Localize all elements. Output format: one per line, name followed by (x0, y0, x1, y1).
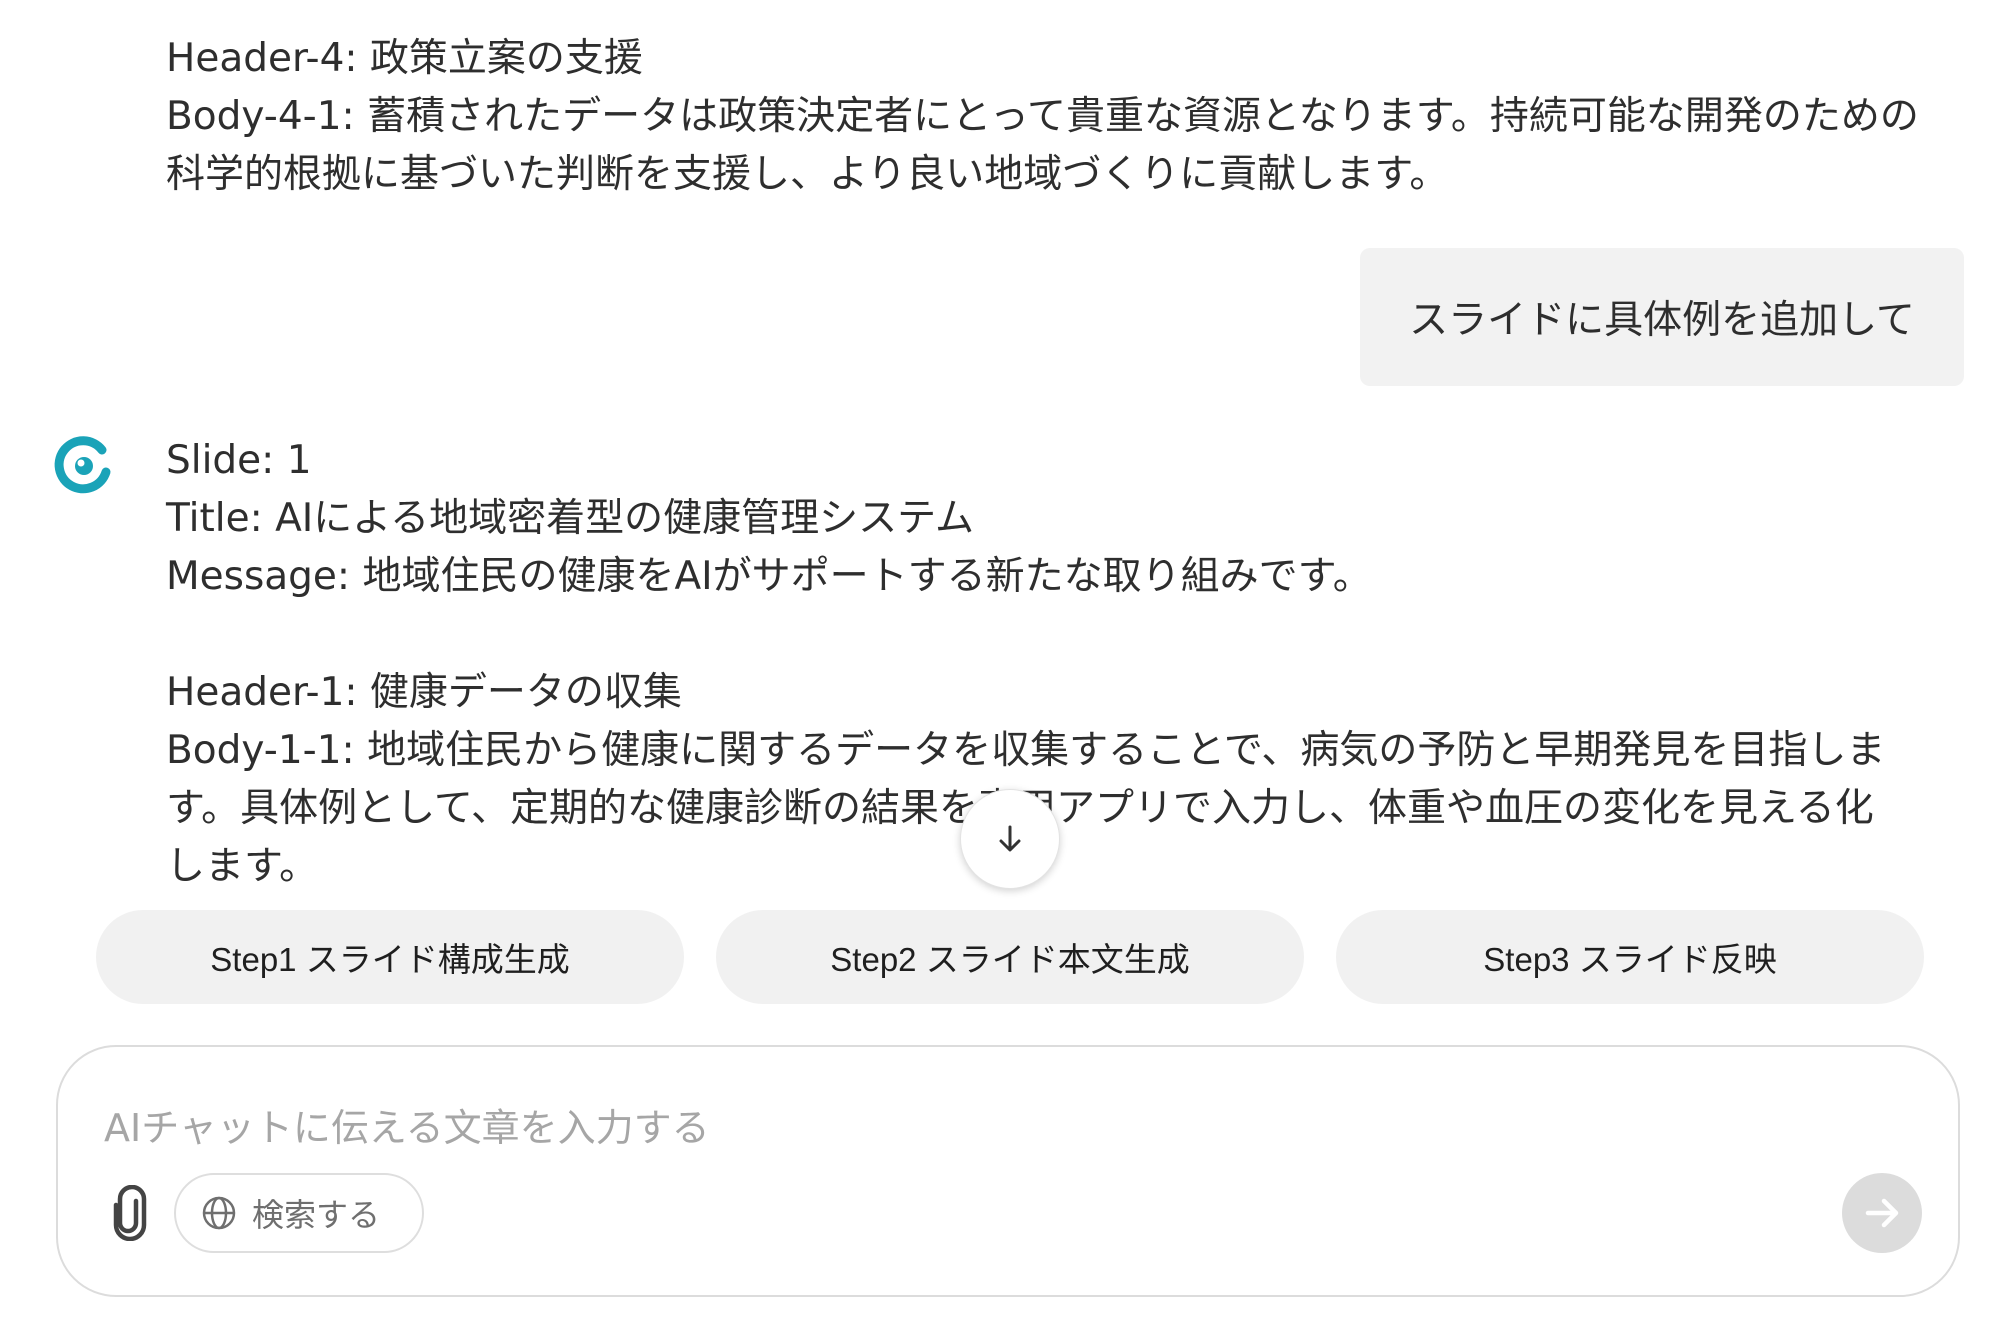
ai-message: Slide: 1 Title: AIによる地域密着型の健康管理システム Mess… (166, 432, 1966, 896)
step2-button[interactable]: Step2 スライド本文生成 (716, 910, 1304, 1004)
previous-ai-message: Header-4: 政策立案の支援 Body-4-1: 蓄積されたデータは政策決… (166, 30, 1966, 204)
globe-icon (202, 1196, 236, 1230)
body-1-1-line-1: Body-1-1: 地域住民から健康に関するデータを収集することで、病気の予防と… (166, 728, 1886, 773)
scroll-to-bottom-button[interactable] (960, 789, 1060, 889)
header-4-line: Header-4: 政策立案の支援 (166, 36, 643, 81)
chat-composer: 検索する (56, 1045, 1960, 1297)
step-buttons: Step1 スライド構成生成 Step2 スライド本文生成 Step3 スライド… (96, 910, 1924, 1004)
web-search-toggle[interactable]: 検索する (174, 1173, 424, 1253)
user-message-text: スライドに具体例を追加して (1409, 298, 1915, 343)
slide-number-line: Slide: 1 (166, 438, 312, 483)
body-4-1-line-1: Body-4-1: 蓄積されたデータは政策決定者にとって貴重な資源となります。持… (166, 94, 1919, 139)
paperclip-icon (113, 1185, 147, 1241)
body-4-1-line-2: 科学的根拠に基づいた判断を支援し、より良い地域づくりに貢献します。 (166, 152, 1449, 197)
step3-button[interactable]: Step3 スライド反映 (1336, 910, 1924, 1004)
slide-message-line: Message: 地域住民の健康をAIがサポートする新たな取り組みです。 (166, 554, 1372, 599)
user-message-bubble: スライドに具体例を追加して (1360, 248, 1964, 386)
slide-title-line: Title: AIによる地域密着型の健康管理システム (166, 496, 974, 541)
step2-label: Step2 スライド本文生成 (830, 941, 1190, 978)
body-1-1-line-3: します。 (166, 844, 319, 889)
step1-label: Step1 スライド構成生成 (210, 941, 570, 978)
attach-button[interactable] (98, 1181, 162, 1245)
step3-label: Step3 スライド反映 (1483, 941, 1777, 978)
header-1-line: Header-1: 健康データの収集 (166, 670, 682, 715)
assistant-logo-icon (52, 432, 116, 496)
body-1-1-line-2: す。具体例として、定期的な健康診断の結果を専用アプリで入力し、体重や血圧の変化を… (166, 780, 1966, 838)
step1-button[interactable]: Step1 スライド構成生成 (96, 910, 684, 1004)
arrow-down-icon (999, 825, 1021, 852)
send-button[interactable] (1842, 1173, 1922, 1253)
chat-input[interactable] (102, 1097, 1606, 1159)
search-label: 検索する (252, 1196, 381, 1234)
arrow-right-icon (1865, 1198, 1899, 1228)
